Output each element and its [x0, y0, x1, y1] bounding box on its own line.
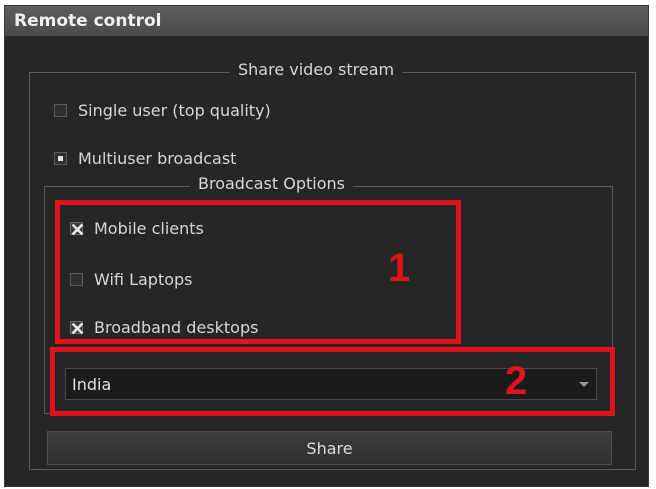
radio-selected-dot: [58, 155, 63, 161]
radio-single-user-label: Single user (top quality): [78, 100, 271, 120]
share-video-stream-legend: Share video stream: [230, 60, 403, 79]
annotation-marker-2: 2: [505, 359, 528, 403]
radio-multiuser-label: Multiuser broadcast: [78, 148, 237, 168]
title-bar: Remote control: [5, 6, 648, 37]
annotation-marker-1: 1: [388, 246, 411, 290]
radio-multiuser-indicator[interactable]: [54, 151, 67, 165]
share-button[interactable]: Share: [47, 431, 612, 465]
broadcast-options-legend: Broadcast Options: [190, 174, 353, 193]
screenshot: Remote control Share video stream Single…: [0, 0, 656, 489]
share-button-label: Share: [306, 438, 353, 458]
radio-single-user[interactable]: Single user (top quality): [54, 99, 271, 121]
radio-single-user-indicator[interactable]: [54, 103, 67, 117]
radio-multiuser-broadcast[interactable]: Multiuser broadcast: [54, 147, 236, 169]
annotation-box-2: [50, 347, 615, 416]
panel-title: Remote control: [14, 11, 162, 31]
